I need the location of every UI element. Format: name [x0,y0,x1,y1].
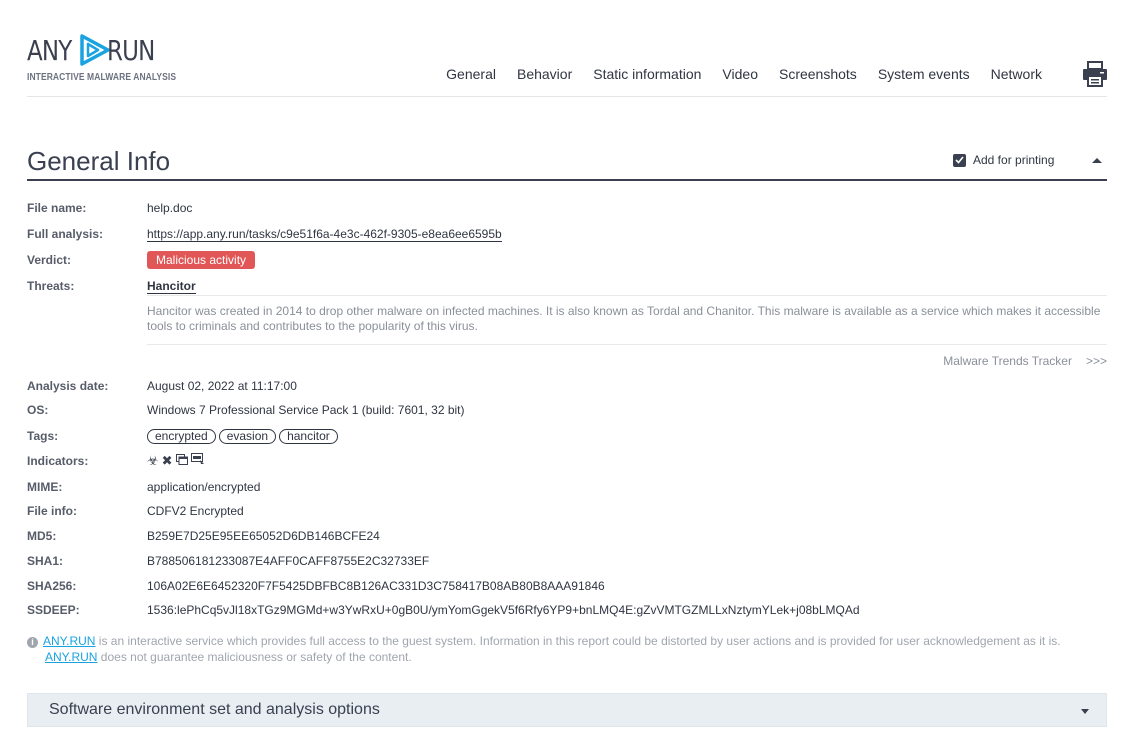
page-header: ANY RUN INTERACTIVE MALWARE ANALYSIS Gen… [27,0,1107,97]
notice-line1: is an interactive service which provides… [95,634,1061,648]
field-label: Indicators: [27,454,89,468]
windows-icon [175,453,188,468]
expand-caret-icon[interactable] [1081,709,1089,714]
file-info-value: CDFV2 Encrypted [147,504,244,518]
nav-general[interactable]: General [446,66,496,82]
anyrun-link[interactable]: ANY.RUN [45,650,97,664]
field-os: OS: Windows 7 Professional Service Pack … [27,400,465,420]
logo-text-run: RUN [107,33,155,67]
nav-static-information[interactable]: Static information [593,66,701,82]
accordion-title: Software environment set and analysis op… [49,701,380,718]
nav-behavior[interactable]: Behavior [517,66,572,82]
field-label: SSDEEP: [27,603,80,617]
nav-network[interactable]: Network [991,66,1042,82]
field-label: File info: [27,504,77,518]
notice-line2: does not guarantee maliciousness or safe… [97,650,412,664]
field-label: Threats: [27,279,75,293]
field-file-name: File name: help.doc [27,198,192,218]
field-analysis-date: Analysis date: August 02, 2022 at 11:17:… [27,376,297,396]
sha256-value: 106A02E6E6452320F7F5425DBFBC8B126AC331D3… [147,579,605,593]
threat-link[interactable]: Hancitor [147,279,196,294]
field-label: SHA256: [27,579,77,593]
field-tags: Tags: encrypted evasion hancitor [27,426,341,446]
field-ssdeep: SSDEEP: 1536:lePhCq5vJl18xTGz9MGMd+w3YwR… [27,600,860,620]
anyrun-link[interactable]: ANY.RUN [43,634,95,648]
tag-encrypted[interactable]: encrypted [147,428,216,444]
collapse-caret-icon[interactable] [1092,158,1102,163]
full-analysis-link[interactable]: https://app.any.run/tasks/c9e51f6a-4e3c-… [147,227,502,242]
tag-evasion[interactable]: evasion [218,428,277,444]
logo-text-any: ANY [27,33,72,67]
page-title: General Info [27,146,171,176]
anyrun-logo[interactable]: ANY RUN INTERACTIVE MALWARE ANALYSIS [27,30,202,84]
nav-system-events[interactable]: System events [878,66,970,82]
tag-hancitor[interactable]: hancitor [279,428,338,444]
print-button[interactable] [1083,61,1107,87]
disclaimer-notice: i ANY.RUN is an interactive service which… [27,633,1107,665]
ssdeep-value: 1536:lePhCq5vJl18xTGz9MGMd+w3YwRxU+0gB0U… [147,603,860,617]
logo-tagline: INTERACTIVE MALWARE ANALYSIS [27,72,177,83]
field-label: File name: [27,201,87,215]
malware-trends-tracker-link[interactable]: Malware Trends Tracker >>> [943,354,1107,368]
field-sha1: SHA1: B788506181233087E4AFF0CAFF8755E2C3… [27,551,429,571]
verdict-badge: Malicious activity [147,251,256,269]
tracker-label: Malware Trends Tracker [943,354,1072,368]
field-indicators: Indicators: ☣ ✖ [27,451,208,471]
file-name-value: help.doc [147,201,193,215]
md5-value: B259E7D25E95EE65052D6DB146BCFE24 [147,529,380,543]
field-label: MIME: [27,480,63,494]
field-sha256: SHA256: 106A02E6E6452320F7F5425DBFBC8B12… [27,576,605,596]
threat-description: Hancitor was created in 2014 to drop oth… [147,295,1107,345]
nav-screenshots[interactable]: Screenshots [779,66,857,82]
biohazard-icon: ☣ [147,453,159,468]
software-environment-accordion[interactable]: Software environment set and analysis op… [27,693,1107,727]
exe-icon [190,453,205,468]
field-threats: Threats: Hancitor [27,276,196,296]
field-label: OS: [27,403,49,417]
checkmark-icon [955,156,964,164]
field-verdict: Verdict: Malicious activity [27,250,256,270]
field-label: Tags: [27,429,59,443]
nav-video[interactable]: Video [722,66,758,82]
field-mime: MIME: application/encrypted [27,477,260,497]
tracker-arrows: >>> [1085,354,1107,368]
mime-value: application/encrypted [147,480,261,494]
sha1-value: B788506181233087E4AFF0CAFF8755E2C32733EF [147,554,430,568]
field-label: MD5: [27,529,57,543]
field-full-analysis: Full analysis: https://app.any.run/tasks… [27,224,502,244]
field-md5: MD5: B259E7D25E95EE65052D6DB146BCFE24 [27,526,380,546]
analysis-date-value: August 02, 2022 at 11:17:00 [147,379,297,393]
title-divider [27,179,1107,181]
os-value: Windows 7 Professional Service Pack 1 (b… [147,403,465,417]
report-nav: General Behavior Static information Vide… [425,66,1042,82]
add-for-printing-checkbox[interactable] [953,153,966,167]
printer-icon [1083,61,1107,87]
add-for-printing-toggle[interactable]: Add for printing [953,153,1054,167]
field-label: Analysis date: [27,379,109,393]
add-for-printing-label: Add for printing [973,153,1055,167]
field-file-info: File info: CDFV2 Encrypted [27,501,244,521]
field-label: SHA1: [27,554,64,568]
field-label: Verdict: [27,253,72,267]
field-label: Full analysis: [27,227,104,241]
tools-icon: ✖ [161,453,173,468]
info-icon: i [27,637,38,648]
